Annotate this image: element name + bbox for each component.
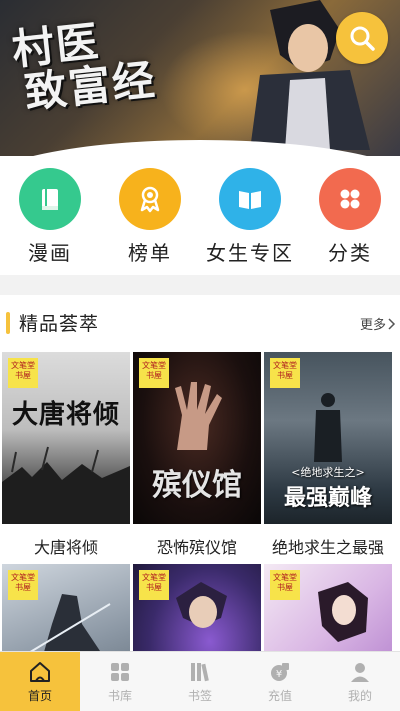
tab-bookmarks[interactable]: 书签 [160,652,240,711]
bookmark-icon [191,662,209,681]
search-button[interactable] [336,12,388,64]
category-girls-zone[interactable]: 女生专区 [200,168,300,268]
tab-label: 书库 [107,688,132,703]
ribbon-icon [140,186,160,213]
book-cover: 文笔堂书屋 殡仪馆 [133,352,261,524]
category-comics[interactable]: 漫画 [0,168,100,268]
book-title: 恐怖殡仪馆 [156,538,237,557]
book-cover: 文笔堂书屋 大唐将倾 [2,352,130,524]
category-rankings-circle [119,168,181,230]
publisher-stamp: 文笔堂书屋 [139,358,169,388]
category-nav: 漫画 榜单 女生专区 分类 [0,168,400,268]
tab-label: 首页 [27,688,52,703]
book-card[interactable]: 文笔堂书屋 大唐将倾 大唐将倾 [2,352,130,558]
tab-recharge[interactable]: ¥ 充值 [240,652,320,711]
publisher-stamp: 文笔堂书屋 [8,570,38,600]
more-label: 更多 [359,318,386,333]
category-comics-circle [19,168,81,230]
category-label: 女生专区 [206,241,294,265]
book-card[interactable]: 文笔堂书屋 殡仪馆 恐怖殡仪馆 [133,352,261,558]
section-header: 精品荟萃 更多 [0,304,400,342]
publisher-stamp: 文笔堂书屋 [8,358,38,388]
book-cover-text: 大唐将倾 [11,400,120,430]
grid-icon [340,189,360,209]
book-icon [42,189,58,210]
section-title: 精品荟萃 [19,313,100,335]
book-cover-subtext: <绝地求生之> [291,466,365,479]
tab-label: 充值 [267,688,292,703]
tab-label: 我的 [347,688,372,703]
heroine-portrait-art [318,582,368,642]
book-title: 绝地求生之最强 [271,538,384,557]
publisher-stamp: 文笔堂书屋 [139,570,169,600]
battle-scene-art [2,446,130,524]
publisher-stamp: 文笔堂书屋 [270,570,300,600]
svg-text:¥: ¥ [276,669,282,680]
creepy-hand-art [175,382,222,450]
home-icon [30,661,50,682]
category-label: 分类 [328,241,372,265]
book-cover: 文笔堂书屋 <绝地求生之> 最强巅峰 [264,352,392,524]
library-icon [111,662,129,681]
tab-library[interactable]: 书库 [80,652,160,711]
book-card[interactable]: 文笔堂书屋 <绝地求生之> 最强巅峰 绝地求生之最强 [264,352,392,558]
hero-portrait-art [176,582,227,628]
open-book-icon [239,191,261,209]
tab-profile[interactable]: 我的 [320,652,400,711]
publisher-stamp: 文笔堂书屋 [270,358,300,388]
soldier-silhouette-art [314,393,342,462]
tab-home[interactable]: 首页 [0,652,80,711]
profile-icon [351,662,369,682]
recharge-icon: ¥ [271,662,289,681]
book-cover-text: 殡仪馆 [152,468,242,503]
category-label: 漫画 [28,241,72,265]
book-cover-text: 最强巅峰 [283,485,372,511]
category-genres[interactable]: 分类 [300,168,400,268]
tab-label: 书签 [187,688,212,703]
section-divider [0,275,400,295]
category-rankings[interactable]: 榜单 [100,168,200,268]
more-link[interactable]: 更多 [360,314,396,333]
chevron-right-icon [388,317,396,330]
category-label: 榜单 [128,241,172,265]
category-girls-zone-circle [219,168,281,230]
search-icon [350,26,375,51]
bottom-tab-bar: 首页 书库 书签 ¥ 充值 我的 [0,651,400,711]
book-title: 大唐将倾 [33,538,98,557]
category-genres-circle [319,168,381,230]
section-accent-bar [6,312,10,334]
